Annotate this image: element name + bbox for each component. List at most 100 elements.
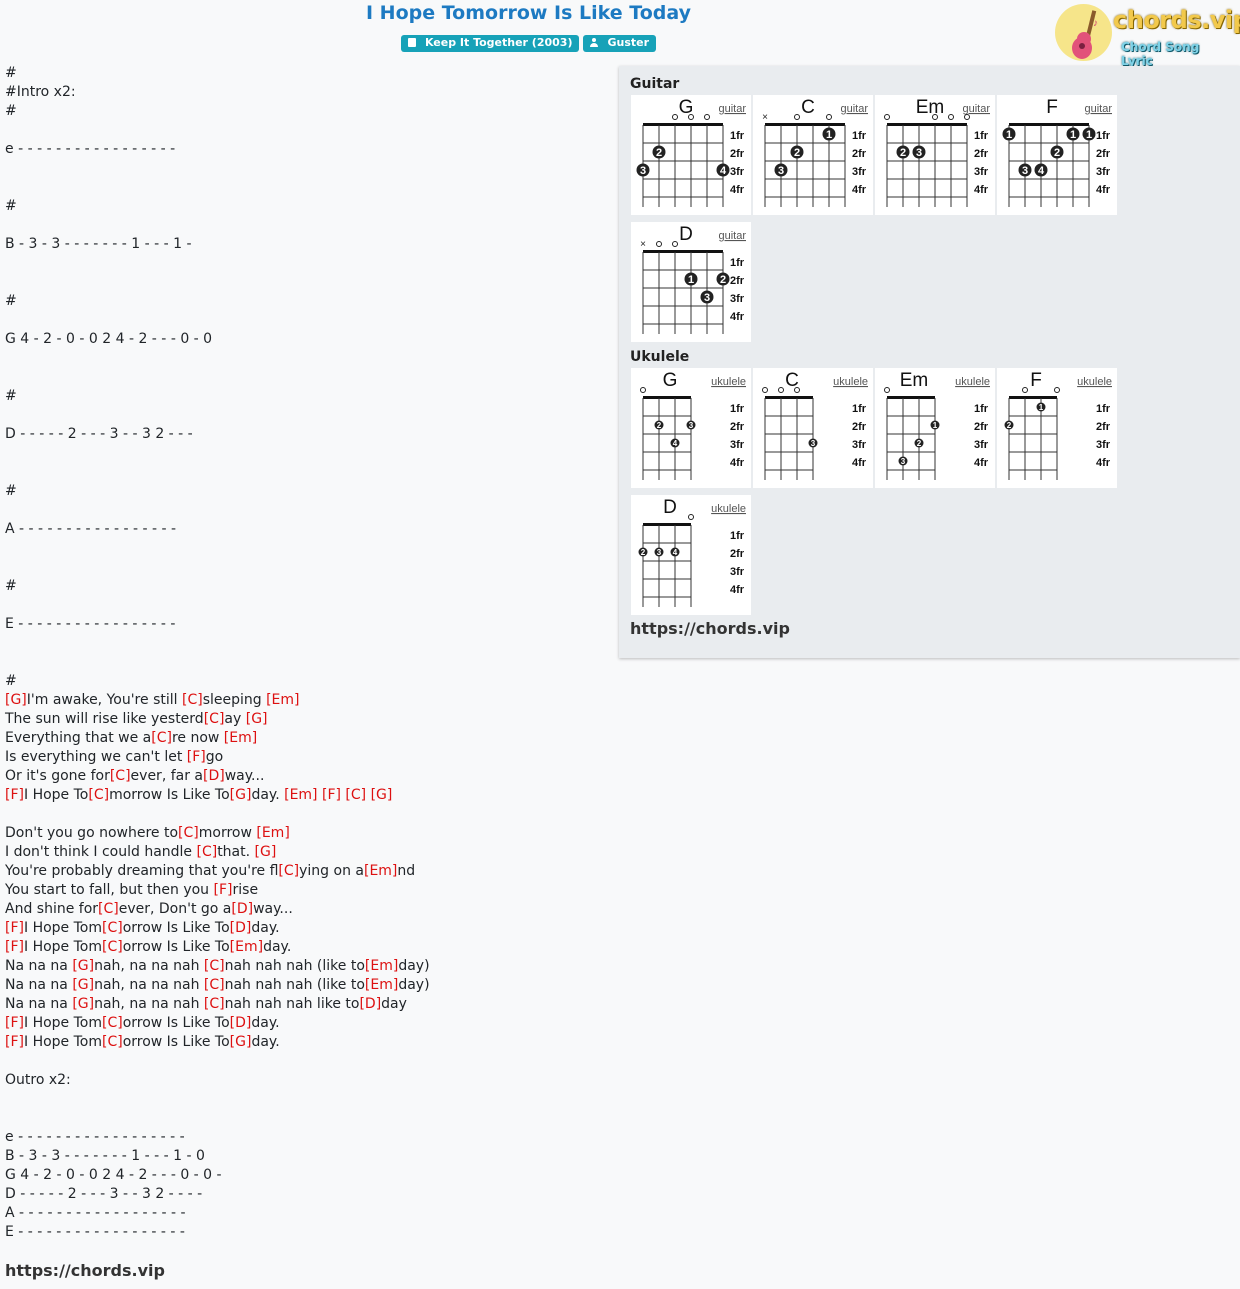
finger-number: 2 (794, 147, 800, 159)
chord-marker[interactable]: [G] (5, 692, 27, 708)
lyric-text: nah, na na nah (94, 996, 204, 1012)
chord-marker[interactable]: [C] (204, 711, 225, 727)
finger-number: 2 (657, 421, 662, 430)
finger-number: 3 (657, 548, 662, 557)
sheet-line (5, 444, 605, 463)
chord-marker[interactable]: [F] (5, 1034, 24, 1050)
chord-marker[interactable]: [C] (204, 977, 225, 993)
ukulele-chord-f[interactable]: Fukulele 1fr 2fr 3fr 4fr 1 2 (997, 368, 1117, 488)
chord-marker[interactable]: [C] (102, 1034, 123, 1050)
chord-marker[interactable]: [G] (72, 977, 94, 993)
chord-marker[interactable]: [C] (110, 768, 131, 784)
fret-label: 1fr (730, 257, 745, 269)
album-badge[interactable]: Keep It Together (2003) (400, 35, 580, 52)
chord-marker[interactable]: [C] (182, 692, 203, 708)
chord-marker[interactable]: [Em] (284, 787, 317, 803)
chord-marker[interactable]: [G] (371, 787, 393, 803)
open-string-marker (656, 241, 662, 247)
chord-marker[interactable]: [C] (102, 939, 123, 955)
chord-marker[interactable]: [C] (204, 996, 225, 1012)
sheet-line: # (5, 672, 605, 691)
ukulele-chord-d[interactable]: Dukulele 1fr 2fr 3fr 4fr 2 3 4 (631, 495, 751, 615)
chord-marker[interactable]: [F] (214, 882, 233, 898)
song-badges: Keep It Together (2003) Guster (0, 35, 1057, 52)
chord-marker[interactable]: [G] (246, 711, 268, 727)
chord-marker[interactable]: [F] (5, 1015, 24, 1031)
chord-marker[interactable]: [Em] (365, 977, 398, 993)
chord-marker[interactable]: [G] (72, 958, 94, 974)
instrument-link[interactable]: guitar (1084, 103, 1112, 115)
instrument-link[interactable]: guitar (840, 103, 868, 115)
chord-marker[interactable]: [C] (151, 730, 172, 746)
chord-marker[interactable]: [F] (187, 749, 206, 765)
chord-marker[interactable]: [F] (5, 920, 24, 936)
lyric-text: way... (224, 768, 265, 784)
instrument-link[interactable]: guitar (718, 230, 746, 242)
sheet-line: Na na na [G]nah, na na nah [C]nah nah na… (5, 976, 605, 995)
chord-marker[interactable]: [C] (178, 825, 199, 841)
guitar-chord-d[interactable]: Dguitar 1fr 2fr 3fr 4fr × 1 2 3 (631, 222, 751, 342)
sheet-line: E - - - - - - - - - - - - - - - - - - (5, 1223, 605, 1242)
fret-label: 2fr (974, 148, 989, 160)
chord-marker[interactable]: [C] (345, 787, 366, 803)
instrument-link[interactable]: ukulele (711, 376, 746, 388)
ukulele-chord-em[interactable]: Em ukulele 1fr 2fr 3fr 4fr 1 2 3 (875, 368, 995, 488)
chord-marker[interactable]: [F] (5, 787, 24, 803)
chord-marker[interactable]: [G] (255, 844, 277, 860)
lyric-text: day) (398, 977, 430, 993)
chord-marker[interactable]: [G] (72, 996, 94, 1012)
chord-marker[interactable]: [Em] (364, 863, 397, 879)
sheet-line (5, 121, 605, 140)
chord-marker[interactable]: [C] (98, 901, 119, 917)
chord-marker[interactable]: [C] (88, 787, 109, 803)
panel-footer-link[interactable]: https://chords.vip (630, 619, 790, 638)
instrument-link[interactable]: ukulele (955, 376, 990, 388)
instrument-link[interactable]: ukulele (833, 376, 868, 388)
instrument-link[interactable]: ukulele (1077, 376, 1112, 388)
guitar-chord-c[interactable]: Cguitar 1fr 2fr 3fr 4fr × 1 2 3 (753, 95, 873, 215)
fret-label: 3fr (730, 566, 745, 578)
sheet-line: D - - - - - 2 - - - 3 - - 3 2 - - - - (5, 1185, 605, 1204)
instrument-link[interactable]: ukulele (711, 503, 746, 515)
chord-marker[interactable]: [C] (102, 1015, 123, 1031)
lyric-text: Outro x2: (5, 1072, 71, 1088)
open-string-marker (884, 387, 890, 393)
site-logo[interactable]: ♪ chords.vip Chord Song Lyric (1055, 4, 1240, 68)
chord-marker[interactable]: [Em] (230, 939, 263, 955)
chord-marker[interactable]: [Em] (266, 692, 299, 708)
lyric-text: morrow (198, 825, 257, 841)
guitar-chord-g[interactable]: Gguitar 1fr 2fr 3fr 4fr 2 3 4 (631, 95, 751, 215)
chord-marker[interactable]: [C] (278, 863, 299, 879)
instrument-link[interactable]: guitar (962, 103, 990, 115)
ukulele-chord-g[interactable]: Gukulele 1fr 2fr 3fr 4fr 2 3 4 (631, 368, 751, 488)
chord-marker[interactable]: [Em] (256, 825, 289, 841)
guitar-chord-f[interactable]: Fguitar 1fr 2fr 3fr 4fr 1 1 1 2 3 4 (997, 95, 1117, 215)
instrument-link[interactable]: guitar (718, 103, 746, 115)
lyric-text: G 4 - 2 - 0 - 0 2 4 - 2 - - - 0 - 0 - (5, 1167, 222, 1183)
chord-marker[interactable]: [G] (230, 787, 252, 803)
artist-badge[interactable]: Guster (583, 35, 657, 52)
sheet-footer-link[interactable]: https://chords.vip (5, 1261, 165, 1280)
chord-marker[interactable]: [D] (230, 1015, 252, 1031)
chord-marker[interactable]: [D] (359, 996, 381, 1012)
guitar-chord-em[interactable]: Em guitar 1fr 2fr 3fr 4fr 2 3 (875, 95, 995, 215)
fret-label: 4fr (1096, 184, 1111, 196)
chord-marker[interactable]: [D] (231, 901, 253, 917)
chord-marker[interactable]: [D] (230, 920, 252, 936)
chord-marker[interactable]: [G] (230, 1034, 252, 1050)
lyric-text: morrow Is Like To (109, 787, 230, 803)
chord-marker[interactable]: [D] (203, 768, 225, 784)
chord-marker[interactable]: [Em] (224, 730, 257, 746)
lyric-text: I Hope Tom (23, 939, 102, 955)
fret-label: 2fr (852, 421, 867, 433)
lyric-text: D - - - - - 2 - - - 3 - - 3 2 - - - (5, 426, 193, 442)
chord-marker[interactable]: [Em] (365, 958, 398, 974)
sheet-line: You're probably dreaming that you're fl[… (5, 862, 605, 881)
chord-marker[interactable]: [C] (196, 844, 217, 860)
chord-marker[interactable]: [C] (204, 958, 225, 974)
chord-marker[interactable]: [F] (5, 939, 24, 955)
chord-marker[interactable]: [C] (102, 920, 123, 936)
ukulele-chord-c[interactable]: Cukulele 1fr 2fr 3fr 4fr 3 (753, 368, 873, 488)
open-string-marker (964, 114, 970, 120)
chord-marker[interactable]: [F] (322, 787, 341, 803)
